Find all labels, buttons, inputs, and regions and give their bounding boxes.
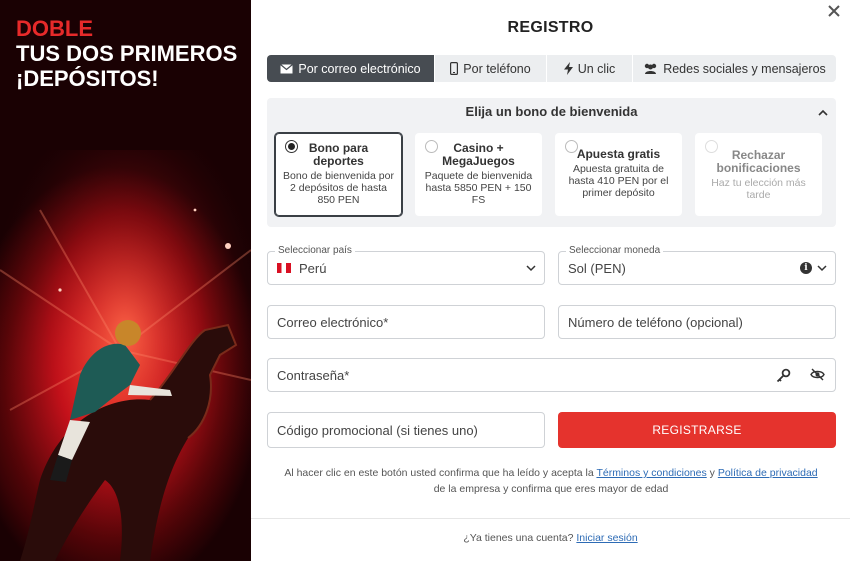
promo-headline: DOBLE TUS DOS PRIMEROS ¡DEPÓSITOS! [16,16,237,91]
radio-unselected [565,140,578,153]
phone-icon [450,62,459,75]
login-link[interactable]: Iniciar sesión [576,532,637,544]
bonus-card-casino[interactable]: Casino + MegaJuegos Paquete de bienvenid… [414,132,543,217]
bonus-card-desc: Bono de bienvenida por 2 depósitos de ha… [283,170,394,206]
terms-notice: Al hacer clic en este botón usted confir… [281,465,821,497]
password-placeholder: Contraseña* [277,367,350,383]
login-question: ¿Ya tienes una cuenta? [463,532,574,544]
tab-one-click[interactable]: Un clic [547,55,633,82]
country-select[interactable]: Seleccionar país Perú [267,245,545,285]
bonus-card-title: Apuesta gratis [576,147,661,161]
bonus-card-desc: Apuesta gratuita de hasta 410 PEN por el… [568,163,669,199]
tab-phone[interactable]: Por teléfono [435,55,547,82]
terms-joiner: y [709,467,715,479]
country-value: Perú [299,260,327,276]
bonus-card-sports[interactable]: Bono para deportes Bono de bienvenida po… [274,132,403,217]
tab-phone-label: Por teléfono [463,61,531,76]
radio-selected [285,140,298,153]
lightning-icon [563,62,573,75]
currency-value: Sol (PEN) [568,260,626,276]
promo-code-placeholder: Código promocional (si tienes uno) [277,422,478,438]
chevron-down-icon [817,263,827,275]
currency-select[interactable]: Seleccionar moneda Sol (PEN) i [558,245,836,285]
eye-slash-icon[interactable] [810,368,825,384]
promo-banner: DOBLE TUS DOS PRIMEROS ¡DEPÓSITOS! [0,0,251,561]
bonus-heading: Elija un bono de bienvenida [465,104,638,119]
privacy-link[interactable]: Política de privacidad [718,467,818,479]
promo-line-3: ¡DEPÓSITOS! [16,66,159,91]
promo-code-field[interactable]: Código promocional (si tienes uno) [267,412,545,448]
bonus-card-decline[interactable]: Rechazar bonificaciones Haz tu elección … [694,132,823,217]
registration-method-tabs: Por correo electrónico Por teléfono Un c… [267,55,836,82]
bonus-card-title: Rechazar bonificaciones [716,148,801,175]
promo-line-1: DOBLE [16,16,93,41]
chevron-down-icon [526,263,536,275]
terms-suffix: de la empresa y confirma que eres mayor … [433,483,669,495]
phone-placeholder: Número de teléfono (opcional) [568,314,743,330]
bonus-card-free-bet[interactable]: Apuesta gratis Apuesta gratuita de hasta… [554,132,683,217]
password-field[interactable]: Contraseña* [267,358,836,392]
email-field[interactable]: Correo electrónico* [267,305,545,339]
tab-email[interactable]: Por correo electrónico [267,55,435,82]
tab-one-click-label: Un clic [577,61,616,76]
chevron-up-icon[interactable] [818,105,828,119]
bonus-card-desc: Paquete de bienvenida hasta 5850 PEN + 1… [424,170,533,206]
tab-social[interactable]: Redes sociales y mensajeros [633,55,836,82]
tab-email-label: Por correo electrónico [298,61,421,76]
bonus-card-title: Bono para deportes [308,141,369,168]
radio-unselected [425,140,438,153]
tab-social-label: Redes sociales y mensajeros [663,61,826,76]
currency-label: Seleccionar moneda [566,245,664,257]
modal-title: REGISTRO [507,19,594,36]
bonus-card-desc: Haz tu elección más tarde [711,177,806,201]
registration-modal: REGISTRO Por correo electrónico Por telé… [251,0,850,561]
radio-unselected [705,140,718,153]
key-icon[interactable] [776,368,791,386]
promo-line-2: TUS DOS PRIMEROS [16,41,238,66]
terms-link[interactable]: Términos y condiciones [596,467,706,479]
envelope-icon [280,63,294,73]
peru-flag-icon [277,263,291,273]
info-icon[interactable]: i [800,262,812,274]
bonus-selector: Elija un bono de bienvenida Bono para de… [267,98,836,227]
jockey-horse-illustration [0,150,251,561]
login-footer: ¿Ya tienes una cuenta? Iniciar sesión [251,518,850,561]
register-button[interactable]: REGISTRARSE [558,412,836,448]
terms-prefix: Al hacer clic en este botón usted confir… [284,467,594,479]
bonus-card-title: Casino + MegaJuegos [442,141,515,168]
users-icon [645,63,657,74]
country-label: Seleccionar país [275,245,355,257]
email-placeholder: Correo electrónico* [277,314,389,330]
phone-field[interactable]: Número de teléfono (opcional) [558,305,836,339]
